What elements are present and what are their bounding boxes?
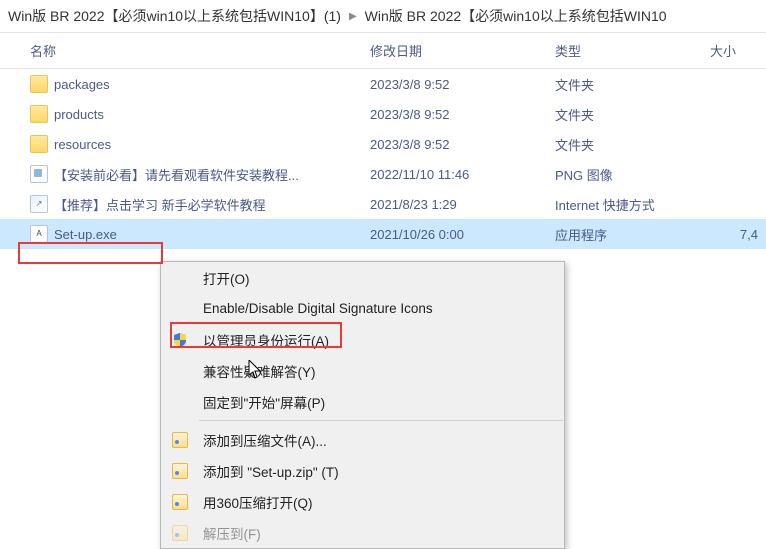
folder-icon <box>30 135 48 153</box>
column-name[interactable]: 名称 <box>0 41 370 60</box>
column-size[interactable]: 大小 <box>710 41 766 60</box>
exe-file-icon: A <box>30 225 48 243</box>
folder-icon <box>30 105 48 123</box>
archive-icon <box>171 431 189 449</box>
list-item[interactable]: products 2023/3/8 9:52 文件夹 <box>0 99 766 129</box>
menu-separator <box>199 420 563 421</box>
file-list: packages 2023/3/8 9:52 文件夹 products 2023… <box>0 69 766 249</box>
list-item-selected[interactable]: ASet-up.exe 2021/10/26 0:00 应用程序 7,4 <box>0 219 766 249</box>
list-item[interactable]: ↗【推荐】点击学习 新手必学软件教程 2021/8/23 1:29 Intern… <box>0 189 766 219</box>
list-item[interactable]: resources 2023/3/8 9:52 文件夹 <box>0 129 766 159</box>
menu-open[interactable]: 打开(O) <box>161 262 564 293</box>
menu-pin-start[interactable]: 固定到"开始"屏幕(P) <box>161 386 564 417</box>
image-file-icon <box>30 165 48 183</box>
column-type[interactable]: 类型 <box>555 41 710 60</box>
list-item[interactable]: 【安装前必看】请先看观看软件安装教程... 2022/11/10 11:46 P… <box>0 159 766 189</box>
menu-open-360zip[interactable]: 用360压缩打开(Q) <box>161 486 564 517</box>
menu-add-zip[interactable]: 添加到压缩文件(A)... <box>161 424 564 455</box>
menu-run-as-admin[interactable]: 以管理员身份运行(A) <box>161 324 564 355</box>
menu-compat[interactable]: 兼容性疑难解答(Y) <box>161 355 564 386</box>
archive-icon <box>171 524 189 542</box>
column-headers: 名称 修改日期 类型 大小 <box>0 33 766 69</box>
list-item[interactable]: packages 2023/3/8 9:52 文件夹 <box>0 69 766 99</box>
archive-icon <box>171 493 189 511</box>
breadcrumb-item[interactable]: Win版 BR 2022【必须win10以上系统包括WIN10 <box>365 6 667 26</box>
menu-extract[interactable]: 解压到(F) <box>161 517 564 548</box>
context-menu: 打开(O) Enable/Disable Digital Signature I… <box>160 261 565 549</box>
breadcrumb-item[interactable]: Win版 BR 2022【必须win10以上系统包括WIN10】(1) <box>8 6 341 26</box>
menu-add-setup-zip[interactable]: 添加到 "Set-up.zip" (T) <box>161 455 564 486</box>
folder-icon <box>30 75 48 93</box>
archive-icon <box>171 462 189 480</box>
chevron-right-icon: ▶ <box>349 11 357 22</box>
menu-signature-icons[interactable]: Enable/Disable Digital Signature Icons <box>161 293 564 324</box>
link-file-icon: ↗ <box>30 195 48 213</box>
column-date[interactable]: 修改日期 <box>370 41 555 60</box>
breadcrumb[interactable]: Win版 BR 2022【必须win10以上系统包括WIN10】(1) ▶ Wi… <box>0 0 766 32</box>
shield-icon <box>171 331 189 349</box>
